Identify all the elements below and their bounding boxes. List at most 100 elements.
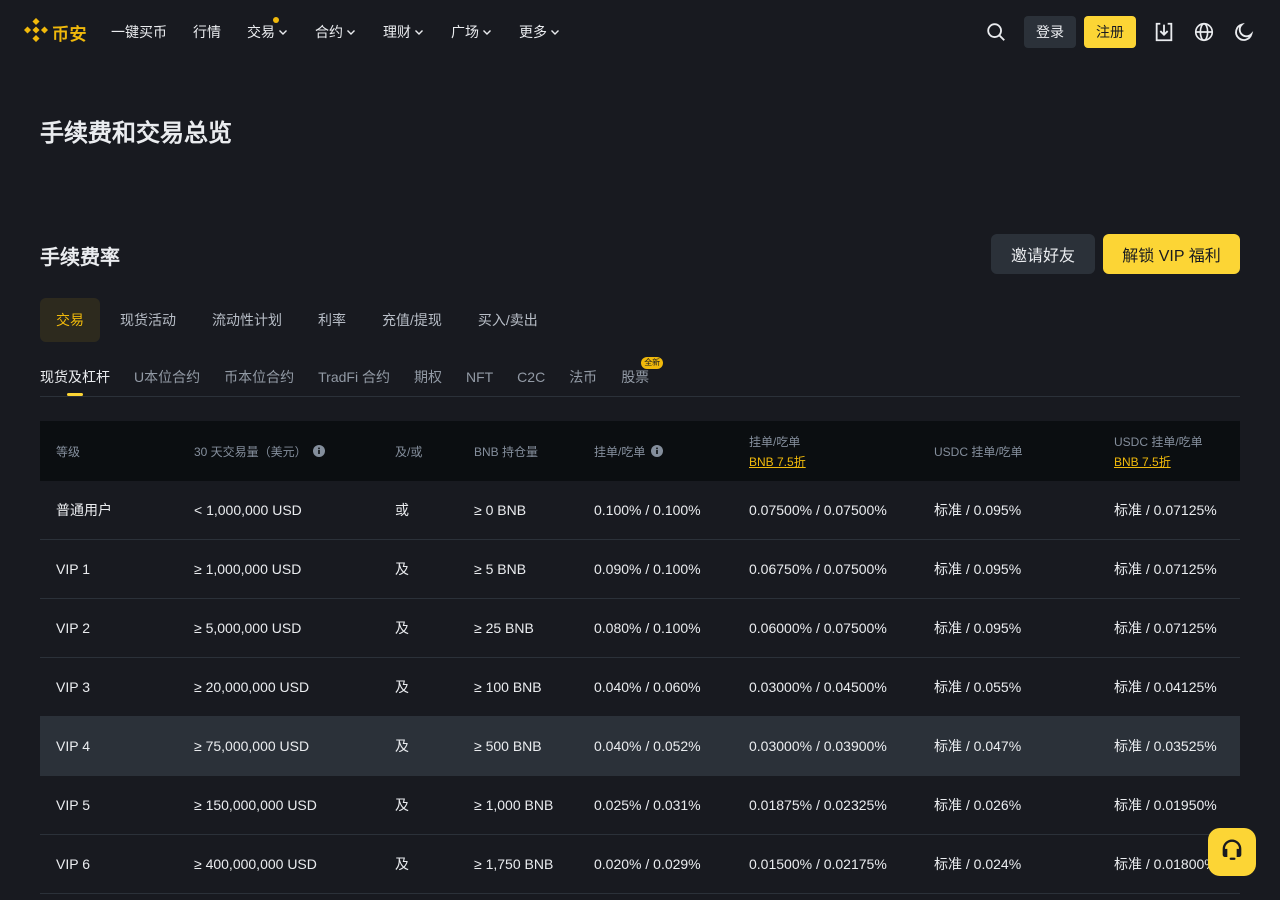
tab-label: 现货及杠杆 <box>40 369 110 385</box>
cell-and-or: 或 <box>395 502 409 518</box>
info-icon[interactable] <box>651 445 664 457</box>
chevron-down-icon <box>549 26 561 38</box>
cell-volume: ≥ 400,000,000 USD <box>194 856 317 872</box>
cell-and-or: 及 <box>395 797 409 813</box>
tab-primary-3[interactable]: 利率 <box>302 298 362 342</box>
table-header: 等级 30 天交易量（美元） 及/或 BNB 持仓量 挂单/吃单 挂单/吃单 B… <box>40 421 1240 481</box>
header-level: 等级 <box>56 444 81 459</box>
cell-bnb-holding: ≥ 25 BNB <box>474 620 534 636</box>
header-usdc-bnb: USDC 挂单/吃单 BNB 7.5折 <box>1098 433 1240 470</box>
nav-item-label: 广场 <box>451 24 479 40</box>
login-button[interactable]: 登录 <box>1024 16 1076 48</box>
header-maker-taker-bnb: 挂单/吃单 BNB 7.5折 <box>733 433 918 470</box>
cell-volume: < 1,000,000 USD <box>194 502 302 518</box>
tab-primary-1[interactable]: 现货活动 <box>104 298 192 342</box>
tab-secondary-6[interactable]: C2C <box>517 362 545 392</box>
section-title: 手续费率 <box>40 247 120 269</box>
unlock-vip-button[interactable]: 解锁 VIP 福利 <box>1103 234 1240 274</box>
cell-maker-taker-bnb: 0.07500% / 0.07500% <box>749 502 887 518</box>
info-icon[interactable] <box>312 445 325 457</box>
cell-bnb-holding: ≥ 0 BNB <box>474 502 527 518</box>
nav-item-5[interactable]: 广场 <box>451 22 493 42</box>
moon-icon[interactable] <box>1232 20 1256 44</box>
cell-volume: ≥ 1,000,000 USD <box>194 561 302 577</box>
cell-volume: ≥ 75,000,000 USD <box>194 738 310 754</box>
header-volume: 30 天交易量（美元） <box>178 443 379 460</box>
tab-secondary-5[interactable]: NFT <box>466 362 493 392</box>
cell-maker-taker-bnb: 0.06750% / 0.07500% <box>749 561 887 577</box>
binance-logo[interactable]: 币安 <box>23 17 87 47</box>
cell-and-or: 及 <box>395 679 409 695</box>
cell-usdc-maker-taker: 标准 / 0.026% <box>934 797 1022 813</box>
invite-friends-button[interactable]: 邀请好友 <box>991 234 1095 274</box>
table-row: VIP 1 ≥ 1,000,000 USD 及 ≥ 5 BNB 0.090% / 0.1… <box>40 540 1240 599</box>
tab-label: U本位合约 <box>134 369 201 385</box>
usdc-bnb-discount-link[interactable]: BNB 7.5折 <box>1114 453 1240 470</box>
nav-item-4[interactable]: 理财 <box>383 22 425 42</box>
cell-usdc-bnb: 标准 / 0.07125% <box>1114 502 1217 518</box>
bnb-discount-link[interactable]: BNB 7.5折 <box>749 453 918 470</box>
tab-label: TradFi 合约 <box>318 369 390 385</box>
nav-item-1[interactable]: 行情 <box>193 22 221 42</box>
tab-primary-0[interactable]: 交易 <box>40 298 100 342</box>
cell-usdc-bnb: 标准 / 0.07125% <box>1114 561 1217 577</box>
cell-usdc-bnb: 标准 / 0.07125% <box>1114 620 1217 636</box>
cell-level: VIP 1 <box>56 561 90 577</box>
download-icon[interactable] <box>1152 20 1176 44</box>
tab-secondary-0[interactable]: 现货及杠杆 <box>40 362 110 392</box>
cell-level: VIP 3 <box>56 679 90 695</box>
nav-item-label: 行情 <box>193 24 221 40</box>
cell-bnb-holding: ≥ 1,000 BNB <box>474 797 554 813</box>
nav-item-0[interactable]: 一键买币 <box>111 22 167 42</box>
nav-item-6[interactable]: 更多 <box>519 22 561 42</box>
cell-and-or: 及 <box>395 738 409 754</box>
tab-label: C2C <box>517 369 546 385</box>
cell-maker-taker: 0.040% / 0.052% <box>594 738 701 754</box>
chevron-down-icon <box>345 26 357 38</box>
globe-icon[interactable] <box>1192 20 1216 44</box>
cell-maker-taker: 0.025% / 0.031% <box>594 797 701 813</box>
support-button[interactable] <box>1208 828 1256 876</box>
tab-secondary-4[interactable]: 期权 <box>414 362 442 392</box>
header-bnb-holding: BNB 持仓量 <box>474 444 539 459</box>
cell-bnb-holding: ≥ 5 BNB <box>474 561 527 577</box>
primary-tabs: 交易 现货活动 流动性计划 利率 充值/提现 买入/卖出 <box>40 298 558 342</box>
nav-item-2[interactable]: 交易 <box>247 17 289 42</box>
nav-item-label: 合约 <box>315 24 343 40</box>
tab-secondary-7[interactable]: 法币 <box>569 362 597 392</box>
main-nav: 一键买币 行情 交易 合约 理财 广场 更多 <box>111 17 587 42</box>
cell-usdc-maker-taker: 标准 / 0.024% <box>934 856 1022 872</box>
header-usdc-bnb-label: USDC 挂单/吃单 <box>1114 434 1203 449</box>
tab-label: 期权 <box>413 369 442 385</box>
tab-primary-5[interactable]: 买入/卖出 <box>462 298 554 342</box>
cell-maker-taker-bnb: 0.03000% / 0.04500% <box>749 679 887 695</box>
tab-label: 法币 <box>569 369 598 385</box>
cell-maker-taker-bnb: 0.01500% / 0.02175% <box>749 856 887 872</box>
tab-secondary-8[interactable]: 股票 全新 <box>621 357 664 392</box>
chevron-down-icon <box>277 26 289 38</box>
cell-and-or: 及 <box>395 561 409 577</box>
fee-table: 等级 30 天交易量（美元） 及/或 BNB 持仓量 挂单/吃单 挂单/吃单 B… <box>40 421 1240 894</box>
cell-usdc-bnb: 标准 / 0.01950% <box>1114 797 1217 813</box>
cell-usdc-maker-taker: 标准 / 0.047% <box>934 738 1022 754</box>
search-icon[interactable] <box>984 20 1008 44</box>
cell-maker-taker: 0.040% / 0.060% <box>594 679 701 695</box>
nav-item-label: 一键买币 <box>111 24 167 40</box>
cell-usdc-bnb: 标准 / 0.03525% <box>1114 738 1217 754</box>
nav-item-3[interactable]: 合约 <box>315 22 357 42</box>
register-button[interactable]: 注册 <box>1084 16 1136 48</box>
tab-secondary-2[interactable]: 币本位合约 <box>224 362 294 392</box>
cell-bnb-holding: ≥ 100 BNB <box>474 679 542 695</box>
cell-usdc-maker-taker: 标准 / 0.095% <box>934 502 1022 518</box>
header-maker-taker-label: 挂单/吃单 <box>594 444 646 459</box>
header-actions: 登录 注册 <box>984 16 1256 48</box>
tab-primary-4[interactable]: 充值/提现 <box>366 298 458 342</box>
binance-logo-icon <box>23 17 49 47</box>
tab-secondary-1[interactable]: U本位合约 <box>134 362 200 392</box>
tab-primary-2[interactable]: 流动性计划 <box>196 298 298 342</box>
headset-icon <box>1218 836 1246 869</box>
nav-item-label: 更多 <box>519 24 547 40</box>
chevron-down-icon <box>481 26 493 38</box>
tab-secondary-3[interactable]: TradFi 合约 <box>318 362 390 392</box>
cell-usdc-bnb: 标准 / 0.04125% <box>1114 679 1217 695</box>
